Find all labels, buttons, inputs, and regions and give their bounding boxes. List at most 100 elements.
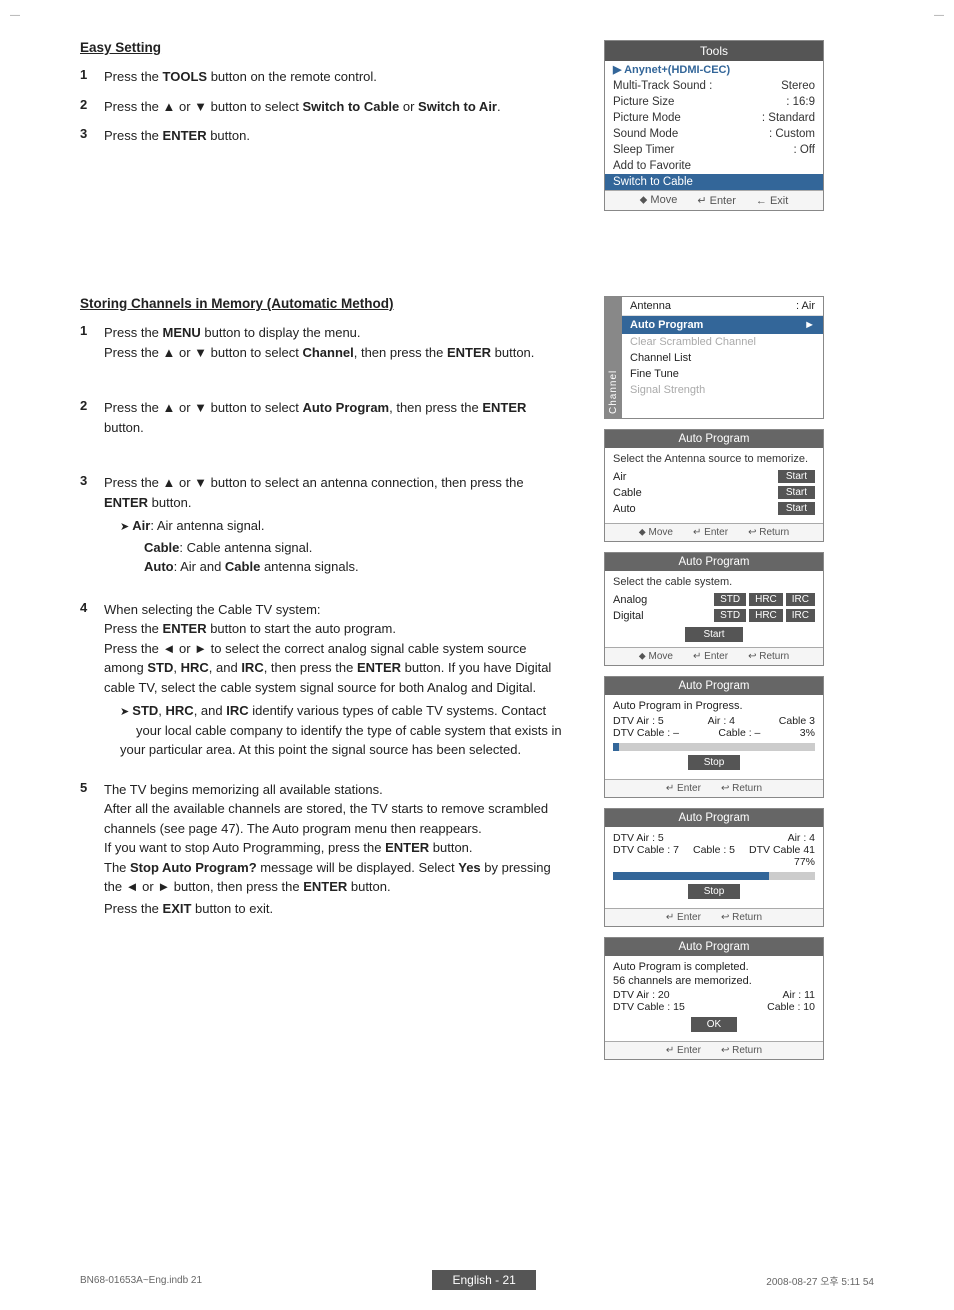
tools-row-switchtocable: Switch to Cable [605,174,823,190]
progress1-bar-outer [613,743,815,751]
stop-button-1[interactable]: Stop [688,755,741,770]
progress2-bar-inner [613,872,769,880]
cable-row-digital: Digital STD HRC IRC [613,609,815,622]
tools-panel: Tools ▶ Anynet+(HDMI-CEC) Multi-Track So… [604,40,824,211]
tools-value-picturesize: : 16:9 [786,96,815,108]
page-footer: BN68-01653A~Eng.indb 21 English - 21 200… [0,1270,954,1290]
cable-system-desc: Select the cable system. [613,576,815,588]
complete-dtv-air20: DTV Air : 20 [613,989,670,1001]
cable-start-wrapper: Start [613,627,815,642]
auto-footer-return: ↩ Return [748,527,789,538]
start-button-air[interactable]: Start [778,470,815,483]
tools-row-soundmode: Sound Mode : Custom [605,126,823,142]
complete-body: Auto Program is completed. 56 channels a… [605,956,823,1041]
tools-label-soundmode: Sound Mode [613,128,678,140]
menu-item-clearscrambled: Clear Scrambled Channel [622,334,823,350]
cable-system-body: Select the cable system. Analog STD HRC … [605,571,823,647]
anynet-label: ▶ Anynet+(HDMI-CEC) [613,63,730,76]
auto-footer-move: ⬥ Move [639,527,673,538]
cable-label-digital: Digital [613,610,644,622]
auto-program-antenna-body: Select the Antenna source to memorize. A… [605,448,823,523]
digital-hrc-btn[interactable]: HRC [749,609,783,622]
tools-label-switchtocable: Switch to Cable [613,176,693,188]
tools-label-picturesize: Picture Size [613,96,674,108]
channel-menu-items: Auto Program ► Clear Scrambled Channel C… [622,316,823,418]
step-num-1: 1 [80,67,104,82]
tools-row-addtofavorite: Add to Favorite [605,158,823,174]
tools-value-multitrack: Stereo [781,80,815,92]
ok-button[interactable]: OK [691,1017,737,1032]
stop-button-2[interactable]: Stop [688,884,741,899]
progress2-cable5: Cable : 5 [693,844,735,856]
storing-step-4: 4 When selecting the Cable TV system: Pr… [80,600,600,698]
start-button-auto[interactable]: Start [778,502,815,515]
analog-btn-group: STD HRC IRC [714,593,815,606]
progress2-row1: DTV Air : 5 Air : 4 [613,832,815,844]
step3-cable: Cable: Cable antenna signal. [144,540,600,555]
step-num-3: 3 [80,126,104,141]
tools-footer-exit: ← Exit [756,194,788,207]
storing-step-text-1: Press the MENU button to display the men… [104,323,534,362]
step5-exit: Press the EXIT button to exit. [104,901,600,916]
digital-btn-group: STD HRC IRC [714,609,815,622]
progress1-footer: ↵ Enter ↩ Return [605,779,823,797]
storing-step-num-3: 3 [80,473,104,488]
tools-label-addtofavorite: Add to Favorite [613,160,691,172]
channel-menu-spacer [622,398,823,418]
auto-program-antenna-panel: Auto Program Select the Antenna source t… [604,429,824,542]
cable-footer-enter: ↵ Enter [693,651,728,662]
channel-menu-panel: Channel Antenna : Air Auto Program ► Cle… [604,296,824,419]
analog-irc-btn[interactable]: IRC [786,593,815,606]
progress1-bar-inner [613,743,619,751]
digital-std-btn[interactable]: STD [714,609,746,622]
complete-air11: Air : 11 [783,989,815,1001]
digital-irc-btn[interactable]: IRC [786,609,815,622]
analog-hrc-btn[interactable]: HRC [749,593,783,606]
tools-label-sleeptimer: Sleep Timer [613,144,674,156]
step3-auto: Auto: Air and Cable antenna signals. [144,559,600,574]
auto-antenna-footer: ⬥ Move ↵ Enter ↩ Return [605,523,823,541]
auto-program-antenna-desc: Select the Antenna source to memorize. [613,453,815,465]
progress2-footer-enter: ↵ Enter [666,912,701,923]
storing-step-5: 5 The TV begins memorizing all available… [80,780,600,897]
menu-item-channellist: Channel List [622,350,823,366]
antenna-text: Antenna [630,300,671,312]
storing-step-num-2: 2 [80,398,104,413]
easy-step-1: 1 Press the TOOLS button on the remote c… [80,67,600,87]
progress1-footer-enter: ↵ Enter [666,783,701,794]
tools-row-picturemode: Picture Mode : Standard [605,110,823,126]
storing-step-3: 3 Press the ▲ or ▼ button to select an a… [80,473,600,512]
easy-step-3: 3 Press the ENTER button. [80,126,600,146]
step-text-3: Press the ENTER button. [104,126,250,146]
channel-menu-content: Antenna : Air Auto Program ► Clear Scram… [622,297,823,418]
cable-system-header: Auto Program [605,553,823,571]
cable-label-analog: Analog [613,594,647,606]
progress2-air4: Air : 4 [788,832,815,844]
storing-step-1: 1 Press the MENU button to display the m… [80,323,600,362]
footer-left: BN68-01653A~Eng.indb 21 [80,1275,202,1286]
tools-footer-move: ⬥ Move [640,194,678,207]
progress2-bar-outer [613,872,815,880]
auto-program-complete-panel: Auto Program Auto Program is completed. … [604,937,824,1060]
auto-row-air: Air Start [613,470,815,483]
progress1-cable-dash: Cable : – [718,727,760,739]
cable-system-panel: Auto Program Select the cable system. An… [604,552,824,666]
progress1-dtv-cable: DTV Cable : – [613,727,679,739]
auto-program-progress2-section: Auto Program DTV Air : 5 Air : 4 DTV Cab… [604,808,894,927]
start-button-cable[interactable]: Start [778,486,815,499]
cable-start-button[interactable]: Start [685,627,742,642]
progress1-row2: DTV Cable : – Cable : – 3% [613,727,815,739]
antenna-row: Antenna : Air [622,297,823,316]
progress2-header: Auto Program [605,809,823,827]
easy-setting-title: Easy Setting [80,40,600,55]
auto-program-antenna-section: Auto Program Select the Antenna source t… [604,429,894,542]
progress2-pct: 77% [794,856,815,868]
progress1-title: Auto Program in Progress. [613,700,815,712]
storing-step-text-2: Press the ▲ or ▼ button to select Auto P… [104,398,526,437]
tools-row-sleeptimer: Sleep Timer : Off [605,142,823,158]
corner-mark-tl: — [10,10,20,21]
analog-std-btn[interactable]: STD [714,593,746,606]
storing-step-text-3: Press the ▲ or ▼ button to select an ant… [104,473,524,512]
storing-step-text-5: The TV begins memorizing all available s… [104,780,551,897]
progress1-footer-return: ↩ Return [721,783,762,794]
